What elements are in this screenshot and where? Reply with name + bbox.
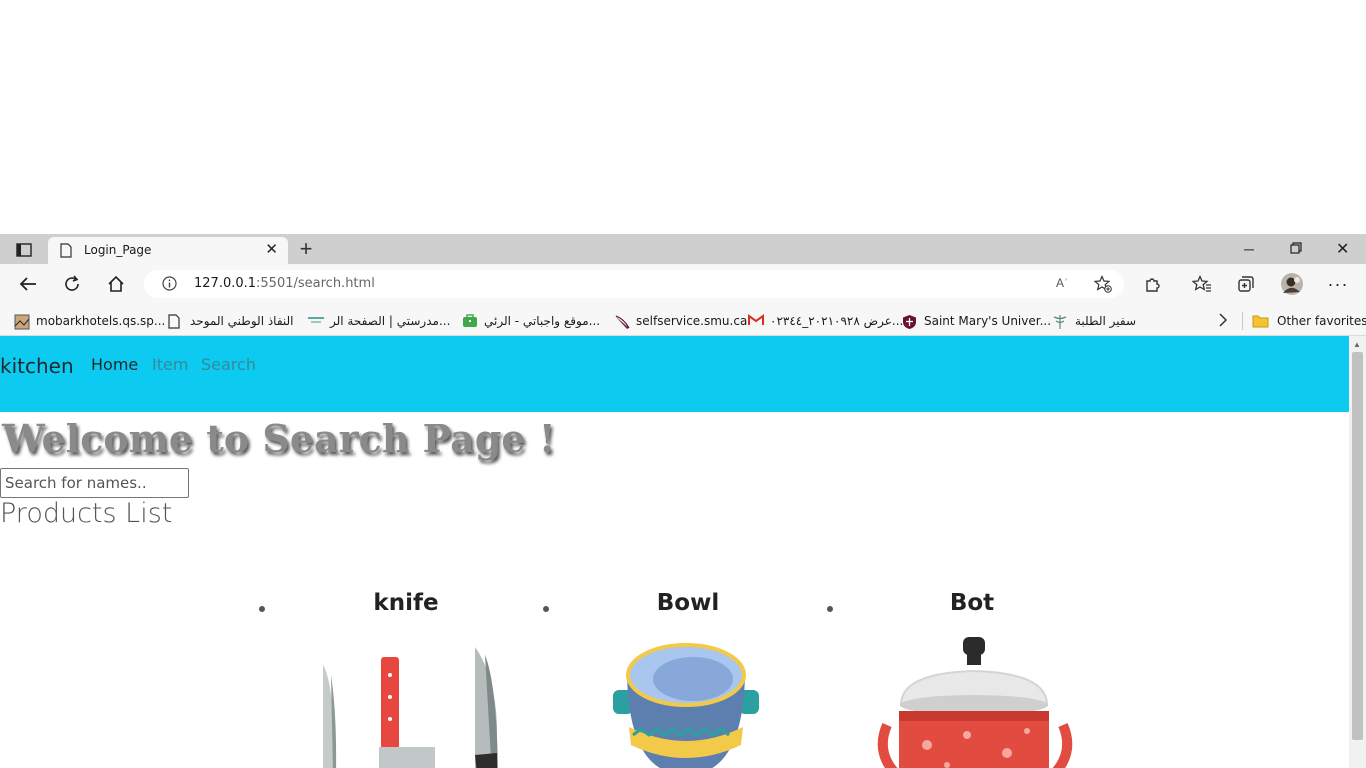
bowl-image	[613, 643, 759, 768]
settings-menu-button[interactable]: ···	[1327, 273, 1349, 295]
bookmark-2[interactable]: النفاذ الوطني الموحد	[168, 312, 294, 330]
back-arrow-icon	[19, 277, 36, 291]
tab-title: Login_Page	[84, 243, 152, 257]
new-tab-button[interactable]: +	[295, 238, 317, 260]
home-icon	[108, 275, 124, 292]
bookmarks-bar: mobarkhotels.qs.sp... النفاذ الوطني المو…	[0, 304, 1366, 336]
address-bar[interactable]: 127.0.0.1:5501/search.html Aʾ	[144, 270, 1124, 298]
avatar-icon	[1281, 273, 1303, 295]
bookmark-1[interactable]: mobarkhotels.qs.sp...	[14, 312, 165, 330]
search-input[interactable]	[0, 468, 189, 498]
scroll-up-icon[interactable]: ▲	[1353, 340, 1361, 349]
image-icon	[14, 314, 30, 330]
bookmark-2-label: النفاذ الوطني الموحد	[190, 314, 294, 328]
gmail-icon	[748, 314, 764, 328]
tab-strip: Login_Page ✕ + ─ ✕	[0, 234, 1366, 264]
bookmark-4-label: موقع واجباتي - الرئي...	[484, 314, 601, 328]
product-item-bot[interactable]: Bot	[827, 590, 1111, 768]
feather-icon	[614, 314, 630, 329]
product-name: Bowl	[656, 590, 720, 616]
bookmark-3-label: مدرستي | الصفحة الر...	[330, 314, 451, 328]
page-heading: Welcome to Search Page !	[2, 416, 556, 461]
other-favorites[interactable]: Other favorites	[1252, 312, 1366, 330]
nav-item[interactable]: Item	[152, 355, 188, 374]
chevron-right-icon	[1218, 312, 1228, 330]
page-icon	[60, 243, 72, 263]
refresh-icon	[65, 275, 79, 291]
collections-button[interactable]	[1235, 273, 1257, 295]
navbar-brand[interactable]: kitchen	[0, 354, 74, 378]
active-tab[interactable]: Login_Page ✕	[48, 237, 288, 264]
minimize-icon[interactable]: ─	[1244, 241, 1254, 257]
school-icon	[308, 314, 324, 328]
product-item-bowl[interactable]: Bowl	[543, 590, 827, 768]
scrollbar-thumb[interactable]	[1352, 352, 1363, 740]
more-bookmarks-button[interactable]	[1218, 312, 1228, 330]
products-list-title: Products List	[0, 498, 173, 529]
bookmark-1-label: mobarkhotels.qs.sp...	[36, 314, 166, 328]
bookmarks-divider	[1242, 312, 1243, 330]
refresh-button[interactable]	[61, 273, 83, 295]
bookmark-3[interactable]: مدرستي | الصفحة الر...	[308, 312, 450, 330]
add-favorite-icon[interactable]	[1093, 275, 1112, 298]
page-viewport: kitchen Home Item Search Welcome to Sear…	[0, 336, 1366, 768]
close-tab-icon[interactable]: ✕	[265, 242, 278, 258]
restore-icon[interactable]	[1290, 241, 1302, 257]
url-text: 127.0.0.1:5501/search.html	[194, 276, 375, 291]
bookmark-4[interactable]: موقع واجباتي - الرئي...	[462, 312, 600, 330]
site-info-icon[interactable]	[162, 276, 177, 296]
other-favorites-label: Other favorites	[1277, 314, 1366, 328]
knives-image	[323, 647, 498, 768]
browser-window: Login_Page ✕ + ─ ✕ 127.0.0.1:5501/search…	[0, 234, 1366, 768]
pot-image	[877, 637, 1073, 768]
bookmark-6-label: عرض ٢٠٢١٠٩٢٨_٠٢٣٤٤...	[770, 314, 904, 328]
extensions-button[interactable]	[1142, 273, 1164, 295]
bookmark-8-label: سفير الطلبة	[1075, 314, 1137, 328]
url-host: 127.0.0.1	[194, 276, 257, 291]
tab-actions-button[interactable]	[10, 239, 38, 261]
product-name: Bot	[949, 590, 995, 616]
profile-avatar[interactable]	[1280, 272, 1304, 296]
nav-search[interactable]: Search	[201, 355, 256, 374]
briefcase-icon	[462, 314, 477, 328]
bookmark-6[interactable]: عرض ٢٠٢١٠٩٢٨_٠٢٣٤٤...	[748, 312, 903, 330]
home-button[interactable]	[105, 273, 127, 295]
caduceus-icon	[1053, 314, 1067, 329]
bookmark-7-label: Saint Mary's Univer...	[924, 314, 1052, 328]
back-button[interactable]	[17, 273, 39, 295]
site-navbar: kitchen Home Item Search	[0, 336, 1349, 412]
url-path: :5501/search.html	[256, 276, 375, 291]
product-name: knife	[373, 590, 439, 616]
nav-home[interactable]: Home	[91, 355, 138, 374]
tab-actions-icon	[16, 243, 32, 257]
read-aloud-icon[interactable]: Aʾ	[1056, 276, 1068, 290]
collections-icon	[1238, 276, 1254, 292]
folder-icon	[1252, 314, 1269, 328]
bookmark-7[interactable]: Saint Mary's Univer...	[902, 312, 1051, 330]
bookmark-5-label: selfservice.smu.ca	[636, 314, 748, 328]
bookmark-8[interactable]: سفير الطلبة	[1053, 312, 1136, 330]
puzzle-icon	[1146, 278, 1160, 292]
favorites-button[interactable]	[1191, 273, 1213, 295]
page-scrollbar[interactable]: ▲	[1349, 336, 1366, 768]
more-dots-icon: ···	[1327, 273, 1349, 294]
address-toolbar: 127.0.0.1:5501/search.html Aʾ ···	[0, 264, 1366, 304]
bookmark-5[interactable]: selfservice.smu.ca	[614, 312, 747, 330]
blank-area-above-browser	[0, 0, 1366, 234]
shield-icon	[902, 314, 916, 329]
product-item-knife[interactable]: knife	[259, 590, 543, 768]
page-icon	[168, 314, 182, 329]
favorites-star-icon	[1192, 275, 1211, 292]
close-window-icon[interactable]: ✕	[1336, 239, 1349, 259]
